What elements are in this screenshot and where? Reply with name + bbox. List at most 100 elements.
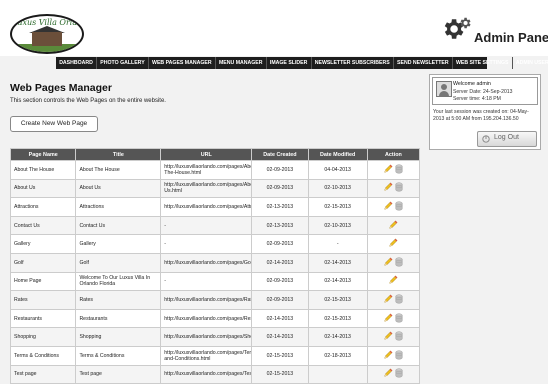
col-action: Action [366,148,421,161]
pencil-icon[interactable] [383,368,393,378]
nav-web-pages-manager[interactable]: WEB PAGES MANAGER [149,57,216,69]
date-created-cell: 02-09-2013 [251,271,309,292]
database-delete-icon[interactable] [395,313,403,323]
title-cell: Test page [75,364,162,384]
date-created-cell: 02-14-2013 [251,327,309,347]
action-cell [366,234,421,254]
date-modified-cell: 02-15-2013 [307,308,368,329]
pencil-icon[interactable] [383,294,393,304]
server-time: Server time: 4:18 PM [453,96,501,102]
col-url: URL [160,148,253,161]
action-cell [366,215,421,236]
date-modified-cell [307,364,368,384]
table-row: Shopping Shopping http://luxusvillaorlando… [9,327,421,347]
table-row: Contact Us Contact Us -02-13-2013 02-10-201… [9,215,421,236]
action-buttons [383,331,403,341]
url-cell: http://luxusvillaorlando.com/pages/Terms… [160,345,253,366]
page-name-cell: Golf [9,252,77,273]
pencil-icon[interactable] [383,350,393,360]
pencil-icon[interactable] [388,275,398,285]
site-logo[interactable]: Luxus Villa Orlando [10,14,84,54]
title-cell: About The House [75,160,162,180]
col-title: Title [75,148,162,161]
nav-image-slider[interactable]: IMAGE SLIDER [267,57,312,69]
action-buttons [383,182,403,192]
last-session-info: Your last session was created on: 04-May… [433,109,529,122]
url-cell: http://luxusvillaorlando.com/pages/About… [160,160,253,180]
table-row: About Us About Us http://luxusvillaorlando… [9,178,421,199]
database-delete-icon[interactable] [395,201,403,211]
url-cell: http://luxusvillaorlando.com/pages/Attra… [160,197,253,217]
action-cell [366,308,421,329]
nav-newsletter-subscribers[interactable]: NEWSLETTER SUBSCRIBERS [312,57,394,69]
date-created-cell: 02-13-2013 [251,197,309,217]
date-modified-cell: 02-18-2013 [307,345,368,366]
date-created-cell: 02-15-2013 [251,364,309,384]
page-name-cell: Rates [9,290,77,310]
database-delete-icon[interactable] [395,164,403,174]
page-name-cell: About Us [9,178,77,199]
session-panel: Welcome admin Server Date: 24-Sep-2013 S… [429,74,541,150]
action-buttons [383,313,403,323]
logo-text: Luxus Villa Orlando [12,18,83,27]
database-delete-icon[interactable] [395,331,403,341]
table-row: Golf Golf http://luxusvillaorlando.com/pag… [9,252,421,273]
table-row: Restaurants Restaurants http://luxusvillao… [9,308,421,329]
pencil-icon[interactable] [388,220,398,230]
nav-web-site-settings[interactable]: WEB SITE SETTINGS [453,57,513,69]
logout-button[interactable]: Log Out [477,131,537,147]
col-date-modified: Date Modified [307,148,368,161]
date-modified-cell: - [307,234,368,254]
nav-dashboard[interactable]: DASHBOARD [56,57,98,69]
action-buttons [383,257,403,267]
url-cell: http://luxusvillaorlando.com/pages/Rates… [160,290,253,310]
action-cell [366,252,421,273]
date-created-cell: 02-14-2013 [251,308,309,329]
pencil-icon[interactable] [383,331,393,341]
main-content: Web Pages Manager This section controls … [0,72,548,384]
database-delete-icon[interactable] [395,294,403,304]
database-delete-icon[interactable] [395,182,403,192]
title-cell: Contact Us [75,215,162,236]
date-created-cell: 02-09-2013 [251,178,309,199]
title-cell: Golf [75,252,162,273]
url-cell: http://luxusvillaorlando.com/pages/Shopp… [160,327,253,347]
welcome-text: Welcome admin [453,81,491,87]
database-delete-icon[interactable] [395,350,403,360]
action-buttons [383,368,403,378]
action-cell [366,345,421,366]
pencil-icon[interactable] [383,313,393,323]
title-cell: Terms & Conditions [75,345,162,366]
action-buttons [383,201,403,211]
page-name-cell: Test page [9,364,77,384]
pencil-icon[interactable] [383,201,393,211]
page-name-cell: About The House [9,160,77,180]
create-web-page-button[interactable]: Create New Web Page [10,116,98,132]
main-nav: DASHBOARD PHOTO GALLERY WEB PAGES MANAGE… [56,57,548,69]
pencil-icon[interactable] [383,257,393,267]
pencil-icon[interactable] [383,164,393,174]
pencil-icon[interactable] [388,238,398,248]
title-cell: Attractions [75,197,162,217]
title-cell: Gallery [75,234,162,254]
nav-photo-gallery[interactable]: PHOTO GALLERY [97,57,149,69]
date-modified-cell: 02-15-2013 [307,197,368,217]
date-created-cell: 02-15-2013 [251,345,309,366]
header: Luxus Villa Orlando Admin Panel [0,0,548,56]
gear-small-icon [460,17,471,29]
nav-send-newsletter[interactable]: SEND NEWSLETTER [394,57,453,69]
pencil-icon[interactable] [383,182,393,192]
date-modified-cell: 04-04-2013 [307,160,368,180]
url-cell: http://luxusvillaorlando.com/pages/About… [160,178,253,199]
logout-icon [482,135,490,143]
nav-menu-manager[interactable]: MENU MANAGER [216,57,267,69]
page-description: This section controls the Web Pages on t… [10,98,166,104]
database-delete-icon[interactable] [395,257,403,267]
database-delete-icon[interactable] [395,368,403,378]
nav-admin-users[interactable]: ADMIN USERS [513,57,548,69]
table-header-row: Page Name Title URL Date Created Date Mo… [9,148,421,161]
col-page-name: Page Name [9,148,77,161]
page-name-cell: Attractions [9,197,77,217]
page-name-cell: Terms & Conditions [9,345,77,366]
action-cell [366,197,421,217]
